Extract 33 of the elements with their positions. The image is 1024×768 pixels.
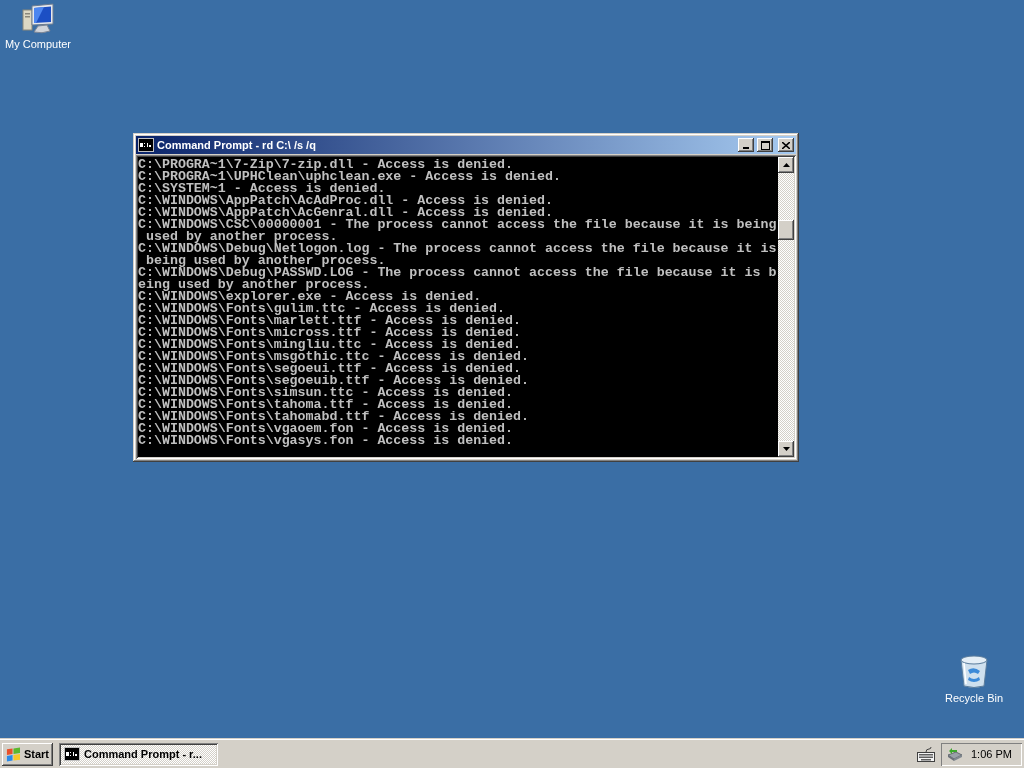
minimize-icon	[743, 147, 749, 149]
console-line: C:\WINDOWS\Fonts\vgaoem.fon - Access is denied.	[138, 421, 514, 433]
clock[interactable]: 1:06 PM	[971, 748, 1012, 760]
flag-icon	[6, 746, 21, 762]
start-button[interactable]: Start	[2, 742, 53, 766]
keyboard-icon[interactable]	[917, 746, 935, 762]
console-icon	[138, 138, 154, 152]
minimize-button[interactable]	[738, 138, 754, 152]
scroll-down-button[interactable]	[778, 441, 794, 457]
maximize-icon	[760, 140, 770, 150]
console-line: C:\WINDOWS\Fonts\micross.ttf - Access is denied.	[138, 325, 521, 337]
taskbar-button[interactable]: Command Prompt - r...	[59, 742, 218, 766]
maximize-button[interactable]	[757, 138, 773, 152]
recycle-bin-icon	[959, 655, 989, 689]
console-icon	[64, 747, 80, 761]
scrollbar[interactable]	[778, 157, 794, 457]
console-line: C:\WINDOWS\Fonts\tahomabd.ttf - Access is denied.	[138, 409, 529, 421]
close-icon	[782, 141, 790, 149]
scrollbar-thumb[interactable]	[778, 220, 794, 240]
console-line: C:\WINDOWS\Fonts\mingliu.ttc - Access is denied.	[138, 337, 521, 349]
down-arrow-icon	[782, 447, 790, 451]
console-line: used by another process.	[145, 229, 338, 241]
device-arrow-icon[interactable]	[946, 746, 963, 762]
console-line: C:\WINDOWS\AppPatch\AcAdProc.dll - Access is denied.	[138, 193, 553, 205]
close-button[interactable]	[778, 138, 794, 152]
desktop-icon-label[interactable]: Recycle Bin	[944, 692, 1004, 705]
scroll-up-button[interactable]	[778, 157, 794, 173]
console-line: C:\PROGRA~1\7-Zip\7-zip.dll - Access is denied.	[138, 157, 514, 169]
up-arrow-icon	[782, 163, 790, 167]
desktop-icon-label[interactable]: My Computer	[5, 38, 71, 51]
window-title: Command Prompt - rd C:\ /s /q	[157, 139, 317, 151]
console-line: C:\WINDOWS\Fonts\tahoma.ttf - Access is denied.	[138, 397, 514, 409]
computer-icon	[22, 3, 54, 35]
